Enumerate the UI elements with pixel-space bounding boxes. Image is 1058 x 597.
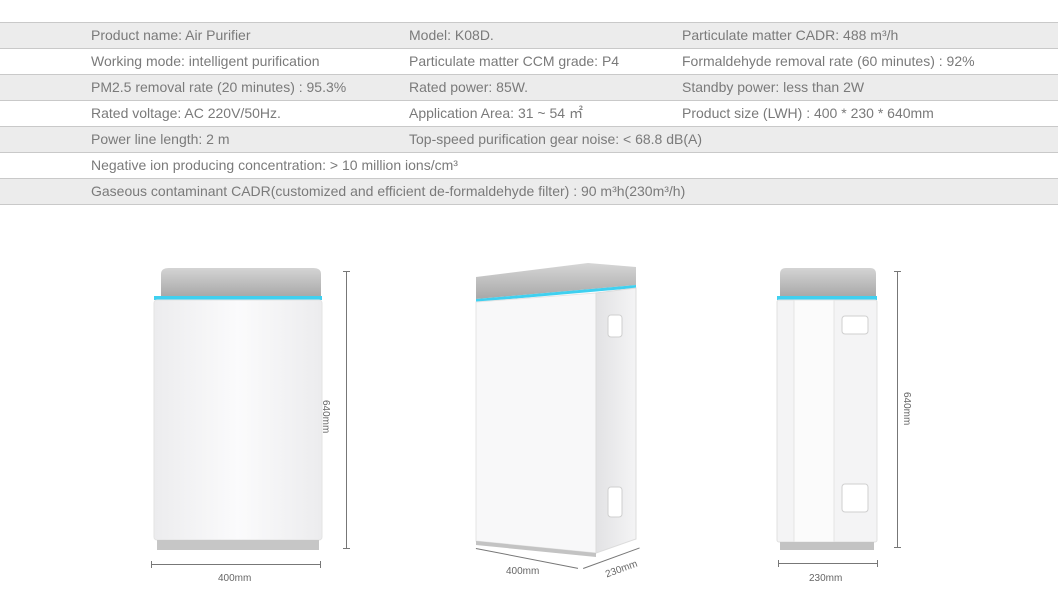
front-view-image (153, 268, 323, 550)
spec-row: Negative ion producing concentration: > … (0, 152, 1058, 178)
spec-cell: Top-speed purification gear noise: < 68.… (409, 131, 703, 147)
spec-cell: Negative ion producing concentration: > … (91, 157, 458, 173)
spec-cell: Product size (LWH) : 400 * 230 * 640mm (682, 105, 934, 121)
spec-cell: Gaseous contaminant CADR(customized and … (91, 183, 686, 199)
spec-cell: Standby power: less than 2W (682, 79, 865, 95)
spec-cell: Rated power: 85W. (409, 79, 529, 95)
spec-row: Rated voltage: AC 220V/50Hz. Application … (0, 100, 1058, 126)
side-height-tick-top (894, 271, 901, 272)
spec-cell: Particulate matter CCM grade: P4 (409, 53, 620, 69)
spec-cell: Model: K08D. (409, 27, 494, 43)
spec-cell: Formaldehyde removal rate (60 minutes) :… (682, 53, 975, 69)
front-height-tick-bottom (343, 548, 350, 549)
side-depth-label: 230mm (809, 573, 843, 584)
spec-row: PM2.5 removal rate (20 minutes) : 95.3% R… (0, 74, 1058, 100)
side-height-tick-bottom (894, 547, 901, 548)
side-depth-line (778, 563, 878, 564)
spec-cell: PM2.5 removal rate (20 minutes) : 95.3% (91, 79, 347, 95)
side-height-label: 640mm (901, 392, 912, 426)
front-width-line (151, 564, 321, 565)
spec-row: Power line length: 2 m Top-speed purifica… (0, 126, 1058, 152)
angled-depth-label: 230mm (604, 558, 640, 581)
angled-width-label: 400mm (506, 566, 540, 577)
front-width-label: 400mm (218, 573, 252, 584)
spec-table: Product name: Air Purifier Model: K08D. Pa… (0, 22, 1058, 205)
front-height-label: 640mm (320, 400, 331, 434)
spec-row: Gaseous contaminant CADR(customized and … (0, 178, 1058, 205)
front-width-tick-left (151, 561, 152, 568)
side-view-image (776, 268, 878, 550)
side-height-line (897, 271, 898, 548)
spec-row: Working mode: intelligent purification Pa… (0, 48, 1058, 74)
front-width-tick-right (320, 561, 321, 568)
side-depth-tick-left (778, 560, 779, 567)
spec-cell: Power line length: 2 m (91, 131, 230, 147)
front-height-tick-top (343, 271, 350, 272)
front-height-line (346, 271, 347, 549)
spec-cell: Application Area: 31 ~ 54 ㎡ (409, 105, 583, 121)
spec-cell: Rated voltage: AC 220V/50Hz. (91, 105, 281, 121)
angled-view-image (475, 263, 637, 557)
spec-cell: Particulate matter CADR: 488 m³/h (682, 27, 899, 43)
spec-cell: Product name: Air Purifier (91, 27, 251, 43)
side-depth-tick-right (877, 560, 878, 567)
spec-cell: Working mode: intelligent purification (91, 53, 320, 69)
spec-row: Product name: Air Purifier Model: K08D. Pa… (0, 22, 1058, 48)
